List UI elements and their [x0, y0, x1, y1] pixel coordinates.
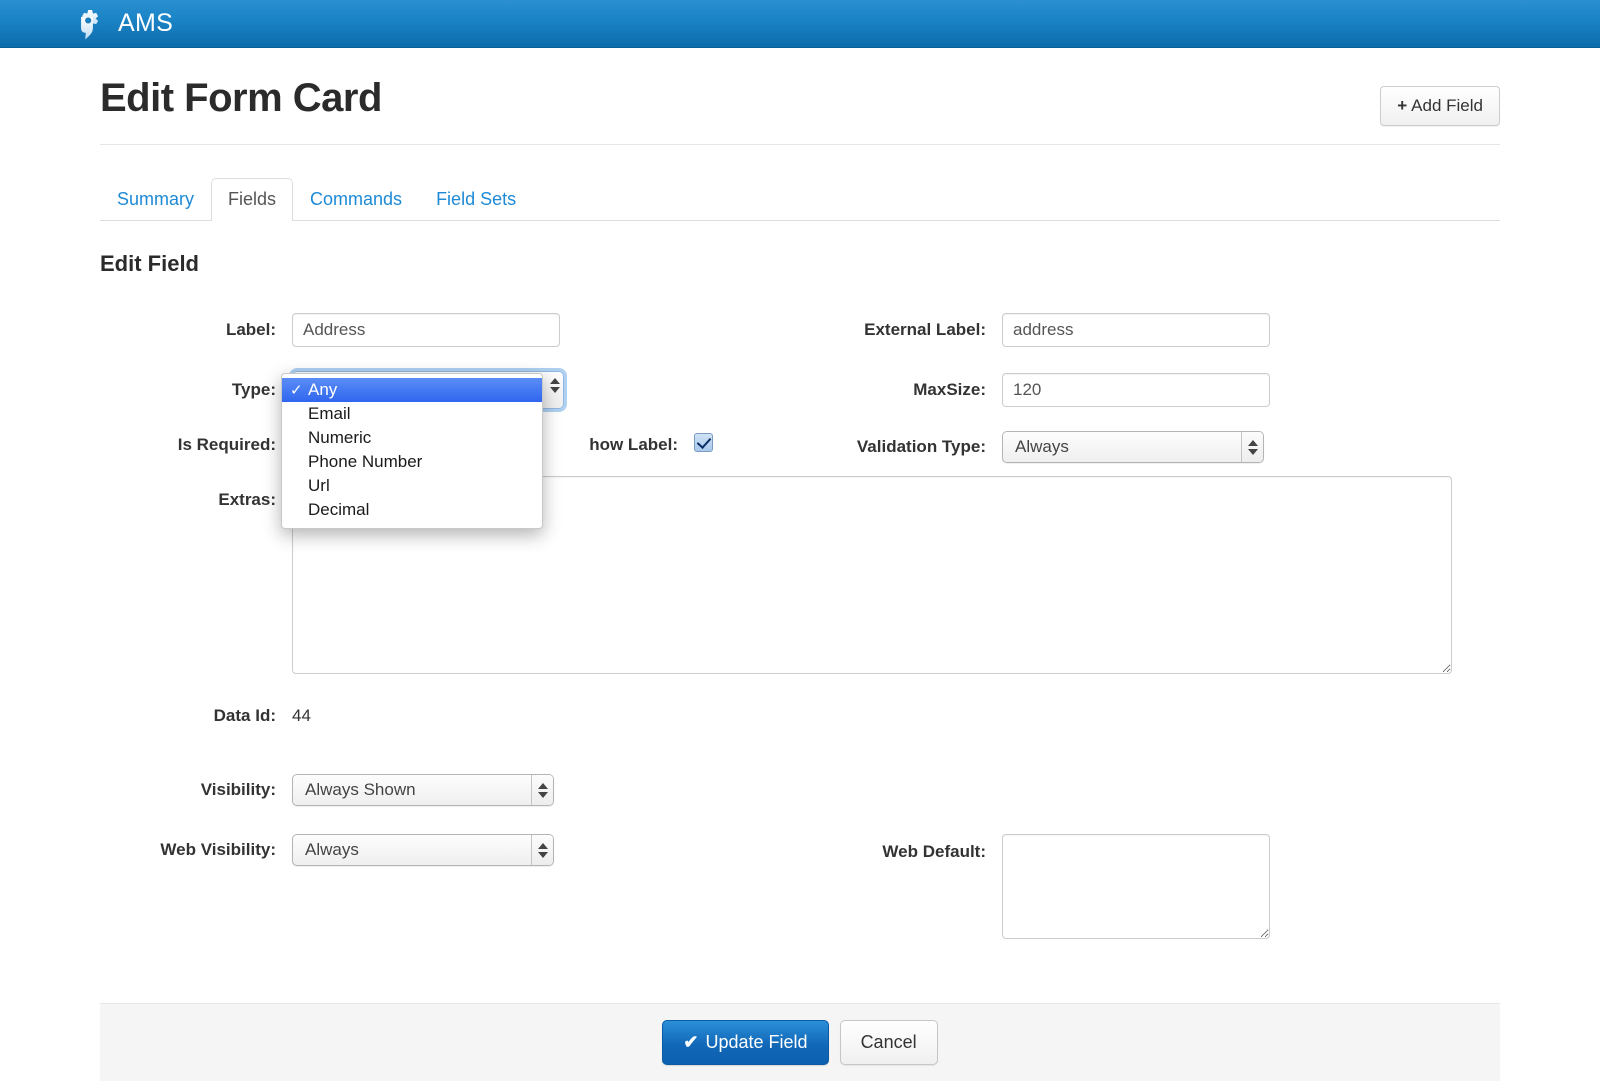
label-input[interactable]: [292, 313, 560, 347]
tab-bar: Summary Fields Commands Field Sets: [100, 177, 1500, 221]
field-row-maxsize: MaxSize:: [810, 373, 1270, 407]
external-label-caption: External Label:: [864, 320, 986, 339]
web-visibility-value: Always: [305, 840, 359, 859]
edit-field-heading: Edit Field: [100, 251, 199, 276]
tab-field-sets[interactable]: Field Sets: [419, 178, 533, 221]
show-label-checkbox[interactable]: [694, 433, 713, 452]
edit-field-form: Label: External Label: Type:: [100, 291, 1500, 991]
brand-title[interactable]: AMS: [118, 9, 173, 38]
extras-caption: Extras:: [218, 490, 276, 509]
type-option-decimal[interactable]: Decimal: [282, 498, 542, 522]
type-option-label: Url: [308, 476, 330, 495]
external-label-input[interactable]: [1002, 313, 1270, 347]
gear-icon: [81, 9, 99, 39]
type-option-label: Decimal: [308, 500, 370, 519]
tab-commands[interactable]: Commands: [293, 178, 419, 221]
add-field-button[interactable]: + Add Field: [1380, 86, 1500, 126]
update-field-button[interactable]: ✔ Update Field: [662, 1020, 829, 1065]
web-visibility-select[interactable]: Always: [292, 834, 554, 866]
web-default-textarea[interactable]: [1002, 834, 1270, 939]
visibility-caption: Visibility:: [200, 780, 276, 799]
type-option-label: Email: [308, 404, 351, 423]
web-default-caption: Web Default:: [882, 842, 986, 861]
checkmark-icon: ✓: [290, 382, 303, 399]
label-caption: Label:: [225, 320, 276, 339]
maxsize-caption: MaxSize:: [913, 380, 986, 399]
field-row-validation-type: Validation Type: Always: [810, 431, 1264, 463]
check-icon: ✔: [683, 1032, 699, 1052]
visibility-stepper-icon: [531, 775, 553, 805]
field-row-web-default: Web Default:: [810, 834, 1270, 944]
plus-icon: +: [1397, 96, 1408, 115]
field-row-label: Label:: [100, 313, 560, 347]
page-header: Edit Form Card + Add Field: [100, 48, 1500, 145]
type-caption: Type:: [231, 380, 276, 399]
data-id-value: 44: [292, 706, 311, 725]
type-option-phone-number[interactable]: Phone Number: [282, 450, 542, 474]
is-required-caption: Is Required:: [177, 435, 276, 454]
web-visibility-stepper-icon: [531, 835, 553, 865]
maxsize-input[interactable]: [1002, 373, 1270, 407]
page-container: Edit Form Card + Add Field Summary Fields…: [100, 48, 1500, 1081]
visibility-value: Always Shown: [305, 780, 416, 799]
form-footer: ✔ Update Field Cancel: [100, 1003, 1500, 1081]
type-dropdown-menu[interactable]: ✓ Any Email Numeric Phone Number Url Dec…: [281, 373, 543, 529]
field-row-external-label: External Label:: [810, 313, 1270, 347]
type-option-numeric[interactable]: Numeric: [282, 426, 542, 450]
tab-fields[interactable]: Fields: [211, 178, 294, 221]
top-navbar: AMS: [0, 0, 1600, 48]
validation-type-select[interactable]: Always: [1002, 431, 1264, 463]
tab-summary[interactable]: Summary: [100, 178, 211, 221]
validation-type-caption: Validation Type:: [856, 437, 986, 456]
field-row-data-id: Data Id: 44: [100, 706, 311, 726]
validation-type-stepper-icon: [1241, 432, 1263, 462]
web-visibility-caption: Web Visibility:: [160, 840, 276, 859]
add-field-label: Add Field: [1411, 96, 1483, 115]
page-title: Edit Form Card: [100, 76, 382, 120]
type-option-url[interactable]: Url: [282, 474, 542, 498]
cancel-button[interactable]: Cancel: [839, 1020, 938, 1065]
type-select-stepper-icon: [550, 378, 560, 393]
type-option-email[interactable]: Email: [282, 402, 542, 426]
data-id-caption: Data Id:: [213, 706, 276, 725]
type-option-any[interactable]: ✓ Any: [282, 378, 542, 402]
type-option-label: Phone Number: [308, 452, 423, 471]
field-row-web-visibility: Web Visibility: Always: [100, 834, 554, 866]
visibility-select[interactable]: Always Shown: [292, 774, 554, 806]
type-option-label: Numeric: [308, 428, 372, 447]
field-row-is-required: Is Required:: [100, 433, 311, 457]
type-option-label: Any: [308, 380, 338, 399]
validation-type-value: Always: [1015, 437, 1069, 456]
update-field-label: Update Field: [705, 1032, 808, 1052]
field-row-visibility: Visibility: Always Shown: [100, 774, 554, 806]
